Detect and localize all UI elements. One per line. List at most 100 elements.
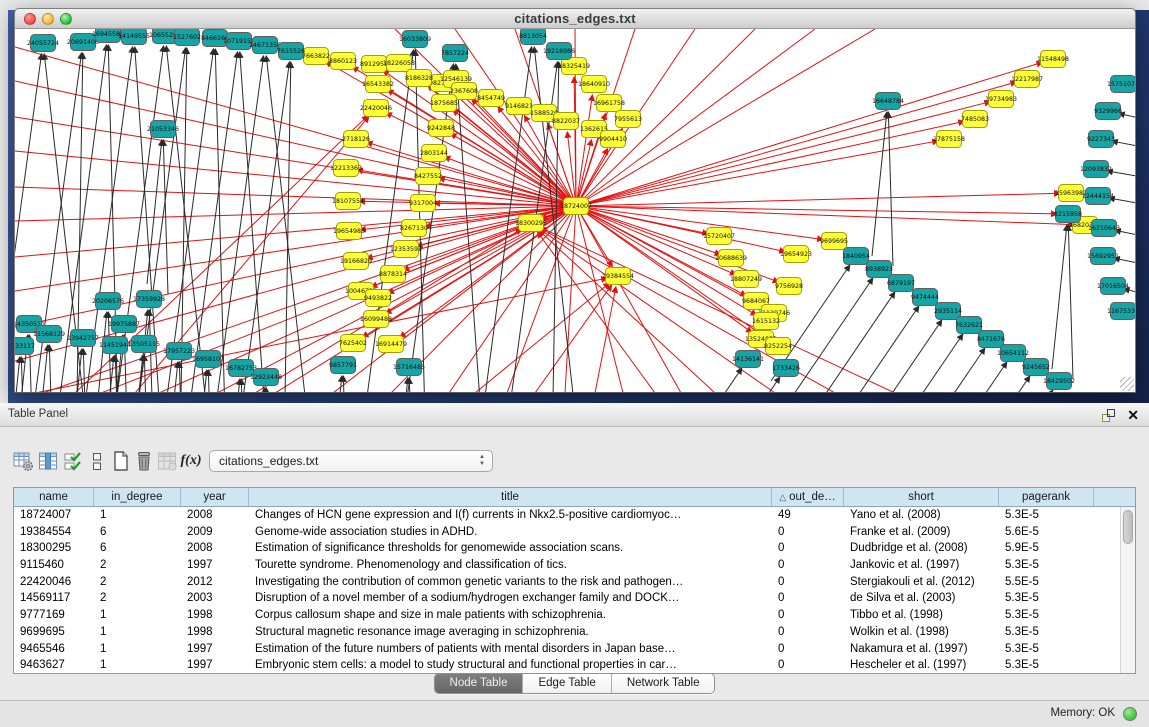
table-cell[interactable]: 19384554 <box>14 524 94 541</box>
table-cell[interactable]: 5.3E-5 <box>999 624 1094 641</box>
table-cell[interactable]: 22420046 <box>14 574 94 591</box>
table-cell[interactable]: 18300295 <box>14 540 94 557</box>
table-cell[interactable]: Investigating the contribution of common… <box>249 574 772 591</box>
table-cell[interactable]: 9463627 <box>14 657 94 674</box>
table-cell[interactable]: 0 <box>772 641 844 658</box>
table-cell[interactable]: de Silva et al. (2003) <box>844 590 999 607</box>
table-vertical-scrollbar[interactable] <box>1120 507 1135 673</box>
table-cell[interactable]: 1998 <box>181 624 249 641</box>
table-cell[interactable]: Tibbo et al. (1998) <box>844 607 999 624</box>
table-row[interactable]: 2242004622012Investigating the contribut… <box>14 574 1135 591</box>
new-table-icon[interactable] <box>110 449 132 473</box>
scrollbar-thumb[interactable] <box>1123 510 1133 544</box>
table-cell[interactable]: Tourette syndrome. Phenomenology and cla… <box>249 557 772 574</box>
table-cell[interactable]: 1 <box>94 607 181 624</box>
table-settings-icon[interactable] <box>12 449 34 473</box>
table-cell[interactable]: Embryonic stem cells: a model to study s… <box>249 657 772 674</box>
table-cell[interactable]: Disruption of a novel member of a sodium… <box>249 590 772 607</box>
function-builder-icon[interactable]: f(x) <box>180 449 202 473</box>
table-cell[interactable]: 1997 <box>181 557 249 574</box>
column-header-title[interactable]: title <box>249 488 772 506</box>
tab-node-table[interactable]: Node Table <box>435 674 524 693</box>
tab-network-table[interactable]: Network Table <box>612 674 715 693</box>
table-cell[interactable]: Genome-wide association studies in ADHD. <box>249 524 772 541</box>
column-header-out_de[interactable]: △out_de… <box>772 488 844 506</box>
table-cell[interactable]: 1 <box>94 624 181 641</box>
table-row[interactable]: 1830029562008Estimation of significance … <box>14 540 1135 557</box>
table-cell[interactable]: 5.3E-5 <box>999 641 1094 658</box>
table-cell[interactable]: 0 <box>772 524 844 541</box>
table-cell[interactable]: 0 <box>772 657 844 674</box>
table-cell[interactable]: 2 <box>94 590 181 607</box>
table-cell[interactable]: 2008 <box>181 507 249 524</box>
network-window-titlebar[interactable]: citations_edges.txt <box>14 8 1136 29</box>
network-graph[interactable]: 1872400788601238912955182260589827508165… <box>15 29 1136 393</box>
table-cell[interactable]: 2003 <box>181 590 249 607</box>
table-cell[interactable]: Hescheler et al. (1997) <box>844 657 999 674</box>
column-header-pagerank[interactable]: pagerank <box>999 488 1094 506</box>
table-cell[interactable]: Yano et al. (2008) <box>844 507 999 524</box>
table-cell[interactable]: 1997 <box>181 657 249 674</box>
table-cell[interactable]: 18724007 <box>14 507 94 524</box>
memory-status-indicator[interactable] <box>1123 707 1137 721</box>
table-row[interactable]: 1872400712008Changes of HCN gene express… <box>14 507 1135 524</box>
table-cell[interactable]: 1998 <box>181 607 249 624</box>
table-cell[interactable]: 9699695 <box>14 624 94 641</box>
delete-table-icon[interactable] <box>133 449 155 473</box>
column-header-name[interactable]: name <box>14 488 94 506</box>
table-cell[interactable]: 2008 <box>181 540 249 557</box>
table-cell[interactable]: 2012 <box>181 574 249 591</box>
table-cell[interactable]: 5.3E-5 <box>999 657 1094 674</box>
tab-edge-table[interactable]: Edge Table <box>523 674 611 693</box>
table-row[interactable]: 946362711997Embryonic stem cells: a mode… <box>14 657 1135 674</box>
window-resize-grip[interactable] <box>1120 377 1134 391</box>
table-cell[interactable]: 2 <box>94 574 181 591</box>
table-row[interactable]: 977716911998Corpus callosum shape and si… <box>14 607 1135 624</box>
table-cell[interactable]: 1 <box>94 641 181 658</box>
float-panel-icon[interactable] <box>1102 409 1115 422</box>
table-cell[interactable]: Dudbridge et al. (2008) <box>844 540 999 557</box>
table-cell[interactable]: Estimation of the future numbers of pati… <box>249 641 772 658</box>
table-cell[interactable]: 0 <box>772 590 844 607</box>
table-cell[interactable]: Stergiakouli et al. (2012) <box>844 574 999 591</box>
network-canvas[interactable]: 1872400788601238912955182260589827508165… <box>14 29 1136 393</box>
table-row[interactable]: 946554611997Estimation of the future num… <box>14 641 1135 658</box>
table-row[interactable]: 911546021997Tourette syndrome. Phenomeno… <box>14 557 1135 574</box>
table-cell[interactable]: Nakamura et al. (1997) <box>844 641 999 658</box>
table-cell[interactable]: 1 <box>94 657 181 674</box>
select-all-rows-icon[interactable] <box>62 449 84 473</box>
table-cell[interactable]: Franke et al. (2009) <box>844 524 999 541</box>
table-cell[interactable]: 49 <box>772 507 844 524</box>
table-cell[interactable]: 1997 <box>181 641 249 658</box>
table-cell[interactable]: 5.3E-5 <box>999 607 1094 624</box>
table-select-combobox[interactable]: citations_edges.txt ▲▼ <box>209 450 493 472</box>
table-cell[interactable]: 6 <box>94 524 181 541</box>
table-cell[interactable]: 9777169 <box>14 607 94 624</box>
table-row[interactable]: 1938455462009Genome-wide association stu… <box>14 524 1135 541</box>
table-cell[interactable]: 0 <box>772 574 844 591</box>
table-cell[interactable]: 9465546 <box>14 641 94 658</box>
table-cell[interactable]: 2 <box>94 557 181 574</box>
table-cell[interactable]: 6 <box>94 540 181 557</box>
close-panel-icon[interactable]: ✕ <box>1127 408 1139 422</box>
column-header-in_degree[interactable]: in_degree <box>94 488 181 506</box>
table-cell[interactable]: Changes of HCN gene expression and I(f) … <box>249 507 772 524</box>
table-cell[interactable]: 2009 <box>181 524 249 541</box>
table-cell[interactable]: Wolkin et al. (1998) <box>844 624 999 641</box>
table-cell[interactable]: 5.3E-5 <box>999 590 1094 607</box>
table-cell[interactable]: 14569117 <box>14 590 94 607</box>
table-cell[interactable]: Jankovic et al. (1997) <box>844 557 999 574</box>
row-height-icon[interactable] <box>86 449 108 473</box>
table-cell[interactable]: Estimation of significance thresholds fo… <box>249 540 772 557</box>
table-cell[interactable]: 0 <box>772 607 844 624</box>
column-header-short[interactable]: short <box>844 488 999 506</box>
table-cell[interactable]: 5.3E-5 <box>999 507 1094 524</box>
table-cell[interactable]: 0 <box>772 540 844 557</box>
column-chooser-icon[interactable] <box>37 449 59 473</box>
column-header-year[interactable]: year <box>181 488 249 506</box>
table-cell[interactable]: 5.6E-5 <box>999 524 1094 541</box>
table-cell[interactable]: Corpus callosum shape and size in male p… <box>249 607 772 624</box>
table-row[interactable]: 1456911722003Disruption of a novel membe… <box>14 590 1135 607</box>
table-cell[interactable]: Structural magnetic resonance image aver… <box>249 624 772 641</box>
table-row[interactable]: 969969511998Structural magnetic resonanc… <box>14 624 1135 641</box>
